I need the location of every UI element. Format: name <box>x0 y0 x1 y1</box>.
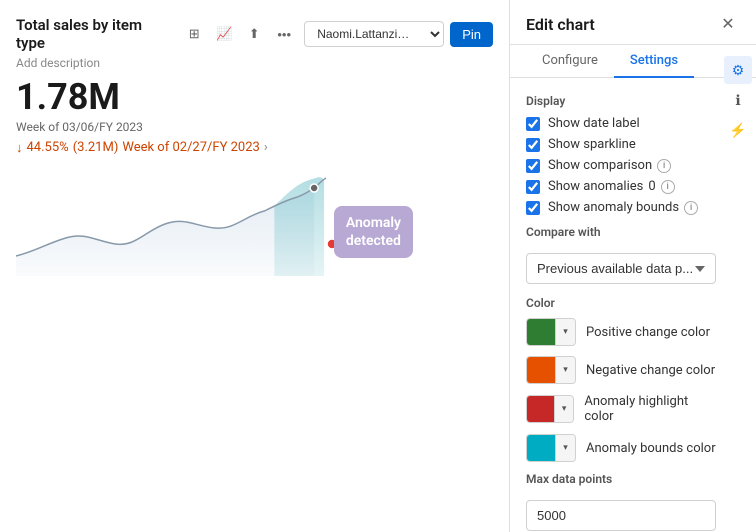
show-comparison-checkbox[interactable] <box>526 159 540 173</box>
chart-area-fill <box>16 188 314 276</box>
anomaly-highlight-color-button[interactable]: ▾ <box>526 395 574 423</box>
anomaly-dot-red <box>327 239 337 249</box>
change-pct: 44.55% <box>27 140 69 155</box>
anomalies-info-icon[interactable]: i <box>661 180 675 194</box>
display-section-label: Display <box>526 94 716 108</box>
compare-section: Compare with Previous available data p..… <box>526 225 716 284</box>
anomaly-dot-gray <box>310 184 318 192</box>
panel-title: Edit chart <box>526 15 595 34</box>
anomalies-badge: 0 <box>648 179 655 194</box>
positive-color-swatch <box>527 318 555 346</box>
chart-svg <box>16 166 493 286</box>
flash-icon[interactable]: ⚡ <box>724 116 752 144</box>
color-row-positive: ▾ Positive change color <box>526 318 716 346</box>
color-row-anomaly-highlight: ▾ Anomaly highlight color <box>526 394 716 424</box>
pin-button[interactable]: Pin <box>450 22 493 47</box>
color-section: Color ▾ Positive change color ▾ Negative… <box>526 296 716 462</box>
color-row-anomaly-bounds: ▾ Anomaly bounds color <box>526 434 716 462</box>
show-sparkline-checkbox[interactable] <box>526 138 540 152</box>
color-row-negative: ▾ Negative change color <box>526 356 716 384</box>
show-anomalies-label[interactable]: Show anomalies 0 i <box>548 179 675 194</box>
anomaly-highlight-color-label: Anomaly highlight color <box>584 394 716 424</box>
tab-configure[interactable]: Configure <box>526 45 614 78</box>
positive-color-arrow: ▾ <box>555 318 575 346</box>
negative-color-button[interactable]: ▾ <box>526 356 576 384</box>
anomaly-arrow-line <box>339 234 399 242</box>
header-row: Total sales by item type ⊞ 📈 ⬆ ••• Naomi… <box>16 16 493 52</box>
chart-title: Total sales by item type <box>16 16 170 52</box>
negative-color-swatch <box>527 356 555 384</box>
anomaly-highlight-color-arrow: ▾ <box>554 395 573 423</box>
tab-settings[interactable]: Settings <box>614 45 694 78</box>
anomaly-highlight-color-swatch <box>527 395 554 423</box>
metric-change: ↓ 44.55% (3.21M) Week of 02/27/FY 2023 › <box>16 140 493 156</box>
checkbox-row-anomalies: Show anomalies 0 i <box>526 179 716 194</box>
metric-value: 1.78M <box>16 78 493 118</box>
anomaly-bounds-color-arrow: ▾ <box>555 434 575 462</box>
info-icon-sidebar[interactable]: ℹ <box>724 86 752 114</box>
checkbox-row-sparkline: Show sparkline <box>526 137 716 152</box>
anomaly-bounds-color-swatch <box>527 434 555 462</box>
header-icons: ⊞ 📈 ⬆ ••• <box>182 22 296 46</box>
color-section-label: Color <box>526 296 716 310</box>
comparison-info-icon[interactable]: i <box>657 159 671 173</box>
checkbox-row-anomaly-bounds: Show anomaly bounds i <box>526 200 716 215</box>
max-data-section: Max data points Positive values up to 20… <box>526 472 716 532</box>
metric-date: Week of 03/06/FY 2023 <box>16 120 493 134</box>
compare-section-label: Compare with <box>526 225 716 239</box>
table-view-icon[interactable]: ⊞ <box>182 22 206 46</box>
show-anomalies-checkbox[interactable] <box>526 180 540 194</box>
positive-color-button[interactable]: ▾ <box>526 318 576 346</box>
anomaly-bounds-color-button[interactable]: ▾ <box>526 434 576 462</box>
chart-view-icon[interactable]: 📈 <box>212 22 236 46</box>
checkbox-row-date-label: Show date label <box>526 116 716 131</box>
change-icon: ↓ <box>16 140 23 156</box>
gear-icon[interactable]: ⚙ <box>724 56 752 84</box>
anomaly-bounds-color-label: Anomaly bounds color <box>586 441 716 456</box>
right-panel: Edit chart ✕ Configure Settings ⚙ ℹ ⚡ Di… <box>510 0 756 532</box>
show-anomaly-bounds-label[interactable]: Show anomaly bounds i <box>548 200 698 215</box>
positive-color-label: Positive change color <box>586 325 710 340</box>
show-comparison-label[interactable]: Show comparison i <box>548 158 671 173</box>
show-date-label-label[interactable]: Show date label <box>548 116 640 131</box>
user-dropdown[interactable]: Naomi.Lattanzi@thoug... <box>304 21 444 47</box>
change-val: (3.21M) <box>73 140 119 155</box>
right-sidebar-icons: ⚙ ℹ ⚡ <box>720 52 756 148</box>
change-date: Week of 02/27/FY 2023 <box>122 140 260 155</box>
show-anomaly-bounds-checkbox[interactable] <box>526 201 540 215</box>
close-button[interactable]: ✕ <box>716 12 740 36</box>
chart-container: Anomaly detected <box>16 166 493 286</box>
negative-color-label: Negative change color <box>586 363 715 378</box>
show-sparkline-label[interactable]: Show sparkline <box>548 137 636 152</box>
anomaly-bounds-info-icon[interactable]: i <box>684 201 698 215</box>
checkbox-row-comparison: Show comparison i <box>526 158 716 173</box>
chevron-right-icon[interactable]: › <box>264 140 268 155</box>
compare-dropdown[interactable]: Previous available data p... <box>526 253 716 284</box>
add-description[interactable]: Add description <box>16 56 493 70</box>
left-panel: Total sales by item type ⊞ 📈 ⬆ ••• Naomi… <box>0 0 510 532</box>
max-data-input[interactable] <box>526 500 716 531</box>
negative-color-arrow: ▾ <box>555 356 575 384</box>
share-icon[interactable]: ⬆ <box>242 22 266 46</box>
user-selector: Naomi.Lattanzi@thoug... Pin <box>304 21 493 47</box>
max-data-section-label: Max data points <box>526 472 716 486</box>
more-options-icon[interactable]: ••• <box>272 22 296 46</box>
show-date-label-checkbox[interactable] <box>526 117 540 131</box>
right-header: Edit chart ✕ <box>510 0 756 45</box>
